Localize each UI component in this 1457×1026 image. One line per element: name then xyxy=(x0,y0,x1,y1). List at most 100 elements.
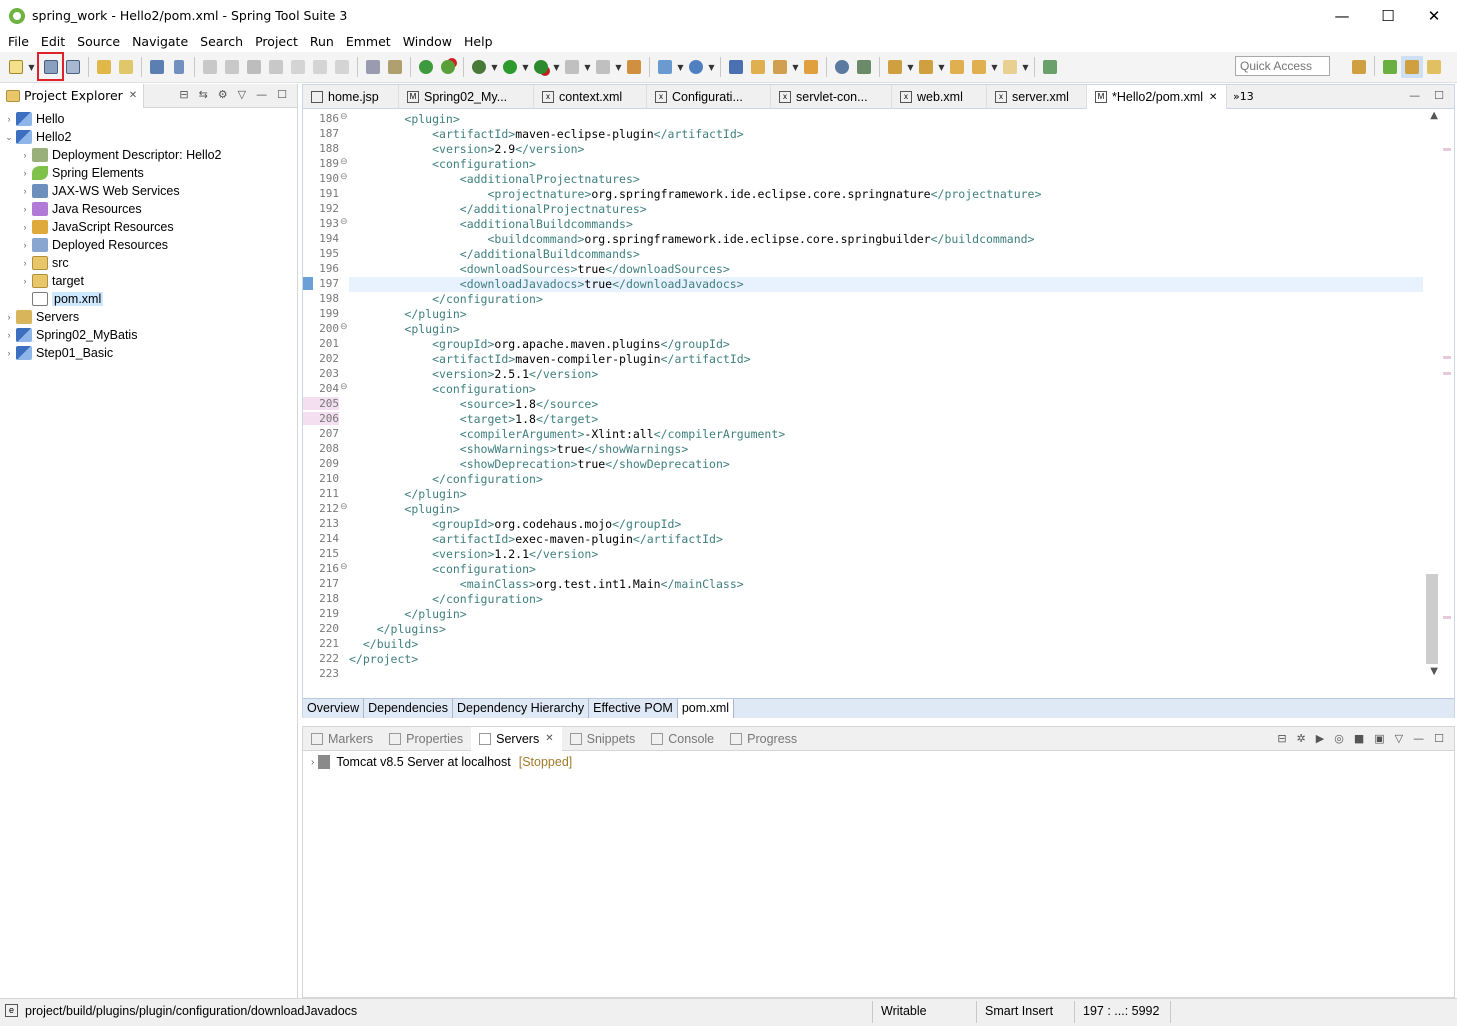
overview-marker[interactable] xyxy=(1443,148,1451,151)
bottom-tab[interactable]: Snippets xyxy=(562,727,644,751)
skip-breakpoints-icon[interactable] xyxy=(168,56,190,78)
tree-item[interactable]: › src xyxy=(0,254,297,272)
fold-toggle-icon[interactable]: ⊖ xyxy=(340,562,349,572)
suspend-icon[interactable] xyxy=(221,56,243,78)
new-spring-dropdown-icon[interactable]: ▼ xyxy=(707,63,716,72)
fold-toggle-icon[interactable]: ⊖ xyxy=(340,112,349,122)
save-all-icon[interactable] xyxy=(62,56,84,78)
debug-dropdown-icon[interactable]: ▼ xyxy=(490,63,499,72)
pom-tab[interactable]: Overview xyxy=(303,699,365,718)
server-row[interactable]: › Tomcat v8.5 Server at localhost [Stopp… xyxy=(311,755,572,769)
pin-dropdown-icon[interactable]: ▼ xyxy=(791,63,800,72)
globe-icon[interactable] xyxy=(831,56,853,78)
tree-item[interactable]: pom.xml xyxy=(0,290,297,308)
previous-annotation-dropdown-icon[interactable]: ▼ xyxy=(937,63,946,72)
bottom-tab[interactable]: Markers xyxy=(303,727,381,751)
bottom-tab[interactable]: Console xyxy=(643,727,722,751)
maximize-view-icon[interactable]: ☐ xyxy=(277,88,287,101)
chevron-right-icon[interactable]: › xyxy=(18,222,32,232)
terminate-icon[interactable] xyxy=(243,56,265,78)
open-folder-icon[interactable] xyxy=(747,56,769,78)
forward-dropdown-icon[interactable]: ▼ xyxy=(1021,63,1030,72)
pom-tab[interactable]: Dependencies xyxy=(364,699,454,718)
maximize-editor-icon[interactable] xyxy=(1039,56,1061,78)
task-icon[interactable] xyxy=(623,56,645,78)
close-button[interactable]: ✕ xyxy=(1411,0,1457,31)
view-menu-icon[interactable]: ▽ xyxy=(238,88,246,101)
spring-perspective-icon[interactable] xyxy=(1379,56,1401,78)
tree-item[interactable]: › Step01_Basic xyxy=(0,344,297,362)
tab-project-explorer[interactable]: Project Explorer ✕ xyxy=(0,83,145,108)
editor-tab[interactable]: x server.xml xyxy=(987,85,1087,109)
fold-toggle-icon[interactable]: ⊖ xyxy=(340,382,349,392)
publish-icon[interactable]: ▣ xyxy=(1374,732,1384,745)
next-annotation-dropdown-icon[interactable]: ▼ xyxy=(906,63,915,72)
external-tools-dropdown-icon[interactable]: ▼ xyxy=(552,63,561,72)
quick-access-input[interactable] xyxy=(1235,56,1330,76)
run-dropdown-icon[interactable]: ▼ xyxy=(521,63,530,72)
menu-window[interactable]: Window xyxy=(397,34,458,49)
chevron-right-icon[interactable]: › xyxy=(18,168,32,178)
new-wizard-dropdown-icon[interactable]: ▼ xyxy=(676,63,685,72)
stop-server-icon[interactable]: ■ xyxy=(1354,732,1364,745)
collapse-all-icon[interactable]: ⊟ xyxy=(179,88,188,101)
new-spring-icon[interactable] xyxy=(685,56,707,78)
search-tool-icon[interactable] xyxy=(853,56,875,78)
menu-edit[interactable]: Edit xyxy=(35,34,71,49)
expand-chevron-icon[interactable]: › xyxy=(311,757,314,768)
tree-item[interactable]: › JavaScript Resources xyxy=(0,218,297,236)
close-icon[interactable]: ✕ xyxy=(1209,92,1217,103)
chevron-right-icon[interactable]: › xyxy=(18,240,32,250)
fold-toggle-icon[interactable]: ⊖ xyxy=(340,172,349,182)
deploy-icon[interactable] xyxy=(592,56,614,78)
stop-dropdown-icon[interactable]: ▼ xyxy=(583,63,592,72)
chevron-right-icon[interactable]: › xyxy=(2,114,16,124)
scroll-up-icon[interactable]: ▲ xyxy=(1430,110,1438,121)
menu-help[interactable]: Help xyxy=(458,34,499,49)
bottom-tab[interactable]: Properties xyxy=(381,727,471,751)
step-into-icon[interactable] xyxy=(287,56,309,78)
bottom-tab[interactable]: Servers ✕ xyxy=(471,726,562,751)
new-icon[interactable] xyxy=(5,56,27,78)
back-dropdown-icon[interactable]: ▼ xyxy=(990,63,999,72)
resume-icon[interactable] xyxy=(199,56,221,78)
previous-annotation-icon[interactable] xyxy=(915,56,937,78)
new-dropdown-icon[interactable]: ▼ xyxy=(27,63,36,72)
open-project-icon[interactable] xyxy=(725,56,747,78)
spring-boot-stop-icon[interactable] xyxy=(437,56,459,78)
terminal-icon[interactable] xyxy=(146,56,168,78)
tree-item[interactable]: › Spring02_MyBatis xyxy=(0,326,297,344)
tree-item[interactable]: › Deployed Resources xyxy=(0,236,297,254)
toggle-markup-icon[interactable] xyxy=(384,56,406,78)
new-wizard-icon[interactable] xyxy=(654,56,676,78)
format-icon[interactable] xyxy=(362,56,384,78)
menu-navigate[interactable]: Navigate xyxy=(126,34,194,49)
editor-tab[interactable]: x servlet-con... xyxy=(771,85,892,109)
next-annotation-icon[interactable] xyxy=(884,56,906,78)
tree-item[interactable]: › JAX-WS Web Services xyxy=(0,182,297,200)
scroll-thumb[interactable] xyxy=(1426,574,1438,664)
view-menu-icon[interactable]: ▽ xyxy=(1395,732,1403,745)
profile-server-icon[interactable]: ◎ xyxy=(1334,732,1344,745)
chevron-right-icon[interactable]: › xyxy=(18,258,32,268)
fold-toggle-icon[interactable]: ⊖ xyxy=(340,502,349,512)
editor-tab[interactable]: M Spring02_My... xyxy=(399,85,534,109)
tree-item[interactable]: ⌄ Hello2 xyxy=(0,128,297,146)
menu-source[interactable]: Source xyxy=(71,34,126,49)
pom-tab[interactable]: Effective POM xyxy=(589,699,678,718)
scroll-down-icon[interactable]: ▼ xyxy=(1430,666,1438,677)
chevron-right-icon[interactable]: › xyxy=(2,348,16,358)
menu-search[interactable]: Search xyxy=(194,34,249,49)
chevron-right-icon[interactable]: › xyxy=(18,204,32,214)
debug-icon[interactable] xyxy=(468,56,490,78)
save-icon[interactable] xyxy=(37,52,64,81)
chevron-down-icon[interactable]: ⌄ xyxy=(2,132,16,143)
editor-tab[interactable]: M *Hello2/pom.xml ✕ xyxy=(1087,85,1227,109)
deploy-dropdown-icon[interactable]: ▼ xyxy=(614,63,623,72)
fold-toggle-icon[interactable]: ⊖ xyxy=(340,157,349,167)
pin-icon[interactable] xyxy=(769,56,791,78)
open-resource-icon[interactable] xyxy=(115,56,137,78)
disconnect-icon[interactable] xyxy=(265,56,287,78)
chevron-right-icon[interactable]: › xyxy=(18,186,32,196)
editor-tab[interactable]: home.jsp xyxy=(303,85,399,109)
